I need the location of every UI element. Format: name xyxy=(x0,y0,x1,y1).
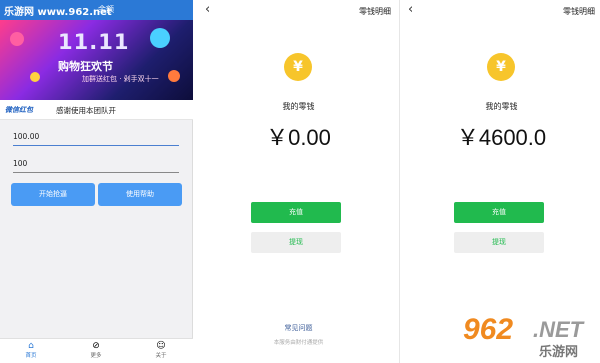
compass-icon: ⊘ xyxy=(92,341,100,351)
site-logo-watermark: 962 .NET 乐游网 xyxy=(463,313,598,360)
start-button[interactable]: 开始抢逼 xyxy=(11,183,95,206)
site-watermark: 乐游网 www.962.net xyxy=(4,7,112,18)
withdraw-button[interactable]: 提现 xyxy=(251,232,341,253)
yuan-coin-icon: ¥ xyxy=(487,53,515,81)
screenshot-collage: 乐游网 www.962.net 余额 11.11 购物狂欢节 加群送红包 · 剁… xyxy=(0,0,600,363)
header-title: 余额 xyxy=(98,5,114,14)
tab-about[interactable]: ☺ 关于 xyxy=(141,341,181,360)
promo-banner[interactable]: 11.11 购物狂欢节 加群送红包 · 剁手双十一 xyxy=(0,20,193,100)
amount-field[interactable]: 100.00 xyxy=(13,128,179,146)
recharge-button[interactable]: 充值 xyxy=(454,202,544,223)
faq-link[interactable]: 常见问题 xyxy=(197,323,400,333)
yuan-coin-icon: ¥ xyxy=(284,53,312,81)
balance-label: 我的零钱 xyxy=(282,102,315,111)
watermark-number: 962 xyxy=(463,313,514,346)
recharge-button[interactable]: 充值 xyxy=(251,202,341,223)
ticker-text: 感谢使用本团队开 xyxy=(56,106,116,115)
home-icon: ⌂ xyxy=(28,341,34,351)
help-button[interactable]: 使用帮助 xyxy=(98,183,182,206)
banner-decor xyxy=(168,70,180,82)
app-header-bar: 乐游网 www.962.net 余额 xyxy=(0,0,193,20)
notice-ticker: 微信红包 感谢使用本团队开 xyxy=(0,100,193,120)
banner-subtitle: 购物狂欢节 xyxy=(58,60,113,73)
back-arrow-icon[interactable]: ‹ xyxy=(408,2,413,17)
balance-label: 我的零钱 xyxy=(485,102,518,111)
tab-label: 更多 xyxy=(90,353,102,359)
tab-home[interactable]: ⌂ 首页 xyxy=(11,341,51,360)
banner-title: 11.11 xyxy=(58,30,130,54)
back-arrow-icon[interactable]: ‹ xyxy=(205,2,210,17)
page-title: 零钱明细 xyxy=(359,7,391,16)
wallet-panel-funded: ‹ 零钱明细 ¥ 我的零钱 ￥4600.0 充值 提现 xyxy=(400,0,600,363)
withdraw-button[interactable]: 提现 xyxy=(454,232,544,253)
watermark-name: 乐游网 xyxy=(539,345,579,360)
watermark-domain: .NET xyxy=(533,317,584,342)
red-packet-app-panel: 乐游网 www.962.net 余额 11.11 购物狂欢节 加群送红包 · 剁… xyxy=(0,0,193,363)
wallet-panel-empty: ‹ 零钱明细 ¥ 我的零钱 ￥0.00 充值 提现 常见问题 本服务由财付通提供 xyxy=(197,0,400,363)
face-icon: ☺ xyxy=(156,341,166,351)
balance-amount: ￥0.00 xyxy=(266,125,331,150)
banner-tagline: 加群送红包 · 剁手双十一 xyxy=(82,75,159,83)
tab-label: 首页 xyxy=(25,353,37,359)
tab-more[interactable]: ⊘ 更多 xyxy=(76,341,116,360)
tab-label: 关于 xyxy=(155,353,167,359)
banner-decor xyxy=(10,32,24,46)
banner-decor xyxy=(30,72,40,82)
balance-amount: ￥4600.0 xyxy=(456,125,547,150)
bottom-tab-bar: ⌂ 首页 ⊘ 更多 ☺ 关于 xyxy=(0,338,193,363)
banner-decor xyxy=(150,28,170,48)
page-title: 零钱明细 xyxy=(563,7,595,16)
count-field[interactable]: 100 xyxy=(13,155,179,173)
service-footnote: 本服务由财付通提供 xyxy=(273,340,324,346)
ticker-logo: 微信红包 xyxy=(5,106,33,114)
